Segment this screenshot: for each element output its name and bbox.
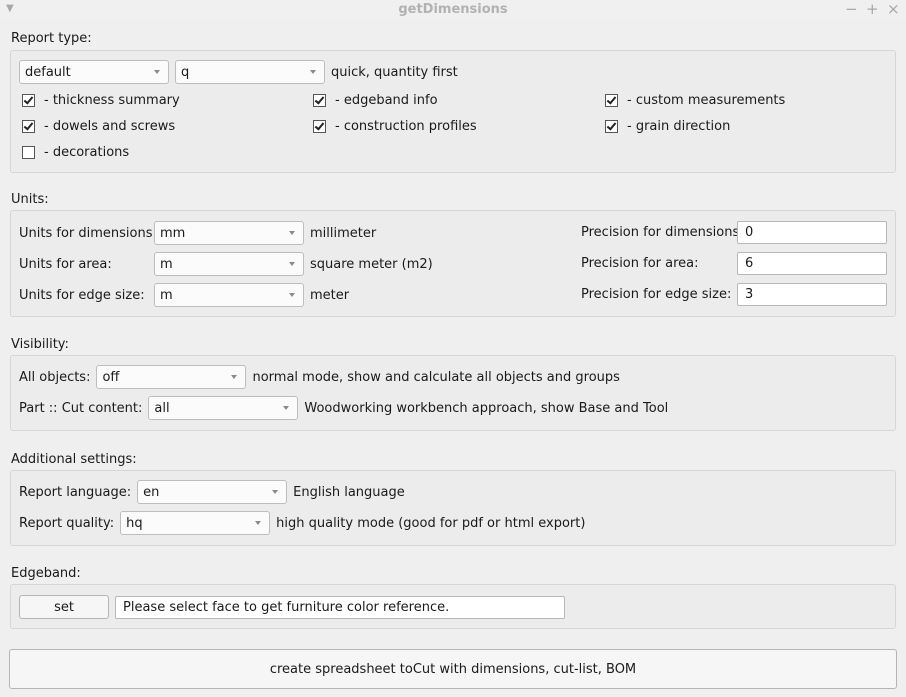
chevron-down-icon	[289, 293, 295, 297]
precision-dimensions-input[interactable]: 0	[737, 221, 887, 244]
chevron-down-icon	[289, 231, 295, 235]
option-label: - custom measurements	[627, 93, 786, 108]
additional-settings-label: Additional settings:	[11, 452, 137, 467]
checkbox-custom-measurements[interactable]	[605, 94, 618, 107]
report-quality-select[interactable]: q	[175, 60, 325, 84]
units-dimensions-desc: millimeter	[310, 225, 377, 241]
precision-area-label: Precision for area:	[581, 256, 699, 271]
additional-settings-group: Report language: en English language Rep…	[10, 470, 896, 546]
units-dimensions-label: Units for dimensions:	[19, 225, 157, 241]
report-quality-value: q	[181, 64, 190, 80]
report-type-select[interactable]: default	[19, 60, 169, 84]
report-language-desc: English language	[293, 484, 405, 500]
chevron-down-icon	[272, 490, 279, 494]
chevron-down-icon	[283, 406, 290, 410]
units-edge-label: Units for edge size:	[19, 287, 145, 303]
part-cut-label: Part :: Cut content:	[19, 400, 143, 416]
precision-edge-label: Precision for edge size:	[581, 287, 732, 302]
report-quality-hq-value: hq	[126, 515, 143, 531]
report-language-value: en	[143, 484, 160, 500]
checkbox-thickness-summary[interactable]	[22, 94, 35, 107]
report-type-group: default q quick, quantity first - thickn…	[10, 50, 896, 173]
option-label: - grain direction	[627, 119, 731, 134]
window-title: getDimensions	[398, 2, 508, 17]
title-bar: ▼ getDimensions − + ×	[0, 0, 906, 20]
option-edgeband-info[interactable]: - edgeband info	[313, 93, 438, 108]
units-area-select[interactable]: m	[154, 252, 304, 276]
checkbox-construction-profiles[interactable]	[313, 120, 326, 133]
report-quality-desc: quick, quantity first	[331, 64, 458, 80]
option-label: - dowels and screws	[44, 119, 176, 134]
visibility-group: All objects: off normal mode, show and c…	[10, 355, 896, 431]
maximize-icon[interactable]: +	[866, 0, 879, 18]
precision-edge-input[interactable]: 3	[737, 283, 887, 306]
edgeband-group: set Please select face to get furniture …	[10, 584, 896, 629]
part-cut-select[interactable]: all	[148, 396, 299, 420]
units-area-label: Units for area:	[19, 256, 112, 272]
units-group: Units for dimensions: mm millimeter Unit…	[10, 210, 896, 317]
edgeband-label: Edgeband:	[11, 566, 81, 581]
option-dowels-screws[interactable]: - dowels and screws	[22, 119, 175, 134]
option-decorations[interactable]: - decorations	[22, 145, 129, 160]
chevron-down-icon	[255, 521, 262, 525]
report-quality-hq-select[interactable]: hq	[120, 511, 271, 535]
units-edge-select[interactable]: m	[154, 283, 304, 307]
option-custom-measurements[interactable]: - custom measurements	[605, 93, 785, 108]
report-language-select[interactable]: en	[137, 480, 288, 504]
chevron-down-icon	[310, 70, 316, 74]
checkbox-grain-direction[interactable]	[605, 120, 618, 133]
units-label: Units:	[11, 192, 49, 207]
option-label: - construction profiles	[335, 119, 477, 134]
option-label: - thickness summary	[44, 93, 180, 108]
checkbox-dowels-screws[interactable]	[22, 120, 35, 133]
units-edge-desc: meter	[310, 287, 350, 303]
part-cut-desc: Woodworking workbench approach, show Bas…	[304, 400, 669, 416]
set-button[interactable]: set	[19, 595, 109, 619]
units-dimensions-value: mm	[160, 225, 186, 241]
precision-area-input[interactable]: 6	[737, 252, 887, 275]
report-quality-hq-desc: high quality mode (good for pdf or html …	[276, 515, 586, 531]
units-area-value: m	[160, 256, 173, 272]
option-label: - decorations	[44, 145, 130, 160]
part-cut-value: all	[154, 400, 170, 416]
option-label: - edgeband info	[335, 93, 438, 108]
all-objects-select[interactable]: off	[96, 365, 247, 389]
option-construction-profiles[interactable]: - construction profiles	[313, 119, 477, 134]
option-grain-direction[interactable]: - grain direction	[605, 119, 730, 134]
report-quality-label: Report quality:	[19, 515, 115, 531]
units-edge-value: m	[160, 287, 173, 303]
checkbox-edgeband-info[interactable]	[313, 94, 326, 107]
all-objects-label: All objects:	[19, 369, 91, 385]
chevron-down-icon	[289, 262, 295, 266]
checkbox-decorations[interactable]	[22, 146, 35, 159]
all-objects-desc: normal mode, show and calculate all obje…	[252, 369, 620, 385]
report-type-value: default	[25, 64, 71, 80]
precision-dimensions-label: Precision for dimensions:	[581, 225, 744, 240]
create-spreadsheet-button[interactable]: create spreadsheet toCut with dimensions…	[9, 649, 897, 689]
edgeband-reference-field[interactable]: Please select face to get furniture colo…	[115, 595, 565, 619]
units-dimensions-select[interactable]: mm	[154, 221, 304, 245]
report-type-label: Report type:	[11, 31, 92, 46]
option-thickness-summary[interactable]: - thickness summary	[22, 93, 180, 108]
visibility-label: Visibility:	[11, 337, 69, 352]
minimize-icon[interactable]: −	[845, 0, 858, 18]
report-language-label: Report language:	[19, 484, 132, 500]
close-icon[interactable]: ×	[887, 0, 900, 18]
chevron-down-icon	[231, 375, 238, 379]
all-objects-value: off	[102, 369, 120, 385]
units-area-desc: square meter (m2)	[310, 256, 433, 272]
chevron-down-icon	[154, 70, 160, 74]
